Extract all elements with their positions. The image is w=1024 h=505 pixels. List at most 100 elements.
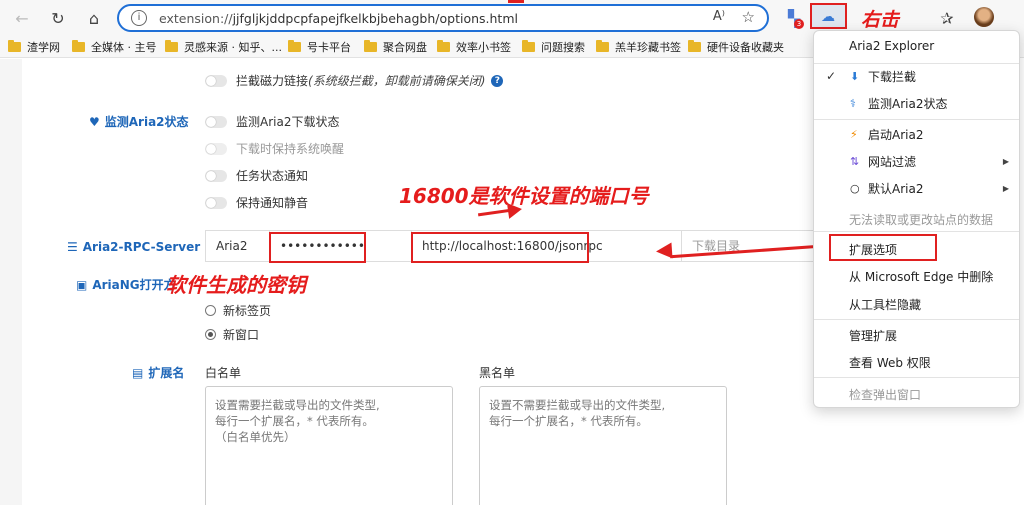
- menu-item-inspect-popup[interactable]: 检查弹出窗口: [814, 383, 1019, 405]
- ariang-option-new-tab[interactable]: 新标签页: [205, 302, 271, 319]
- download-icon: ⬇: [850, 69, 860, 83]
- menu-item-start-aria2[interactable]: ⚡ 启动Aria2: [814, 123, 1019, 145]
- menu-separator: [814, 319, 1019, 320]
- annotation-secret-note: 软件生成的密钥: [166, 273, 306, 297]
- radio-label: 新窗口: [223, 328, 260, 342]
- bookmark-label: 羔羊珍藏书签: [615, 41, 681, 54]
- top-red-marker: [508, 0, 524, 3]
- annotation-arrowhead-port: [506, 201, 524, 219]
- menu-item-label: 查看 Web 权限: [849, 355, 931, 370]
- menu-item-default-aria2[interactable]: ○ 默认Aria2 ▶: [814, 177, 1019, 199]
- menu-title-label: Aria2 Explorer: [849, 39, 935, 53]
- bookmark-label: 聚合网盘: [383, 41, 427, 54]
- extension-context-menu: Aria2 Explorer ✓ ⬇ 下载拦截 ⚕ 监测Aria2状态 ⚡ 启动Aria…: [813, 30, 1020, 408]
- magnet-intercept-row[interactable]: 拦截磁力链接 (系统级拦截，卸载前请确保关闭) ?: [205, 72, 504, 89]
- monitor-toggle-row[interactable]: 保持通知静音: [205, 194, 308, 211]
- ariang-section-label: ▣ AriaNG打开方: [76, 276, 176, 293]
- monitor-toggle-row[interactable]: 下载时保持系统唤醒: [205, 140, 344, 157]
- favorite-star-icon[interactable]: ☆: [742, 8, 755, 26]
- bookmark-item[interactable]: 灵感来源 · 知乎、...: [165, 39, 282, 55]
- extension-badge: 3: [794, 19, 804, 29]
- chevron-right-icon: ▶: [1002, 183, 1009, 193]
- monitor-toggle-row[interactable]: 监测Aria2下载状态: [205, 113, 339, 130]
- whitelist-textarea[interactable]: 设置需要拦截或导出的文件类型, 每行一个扩展名，* 代表所有。 （白名单优先）: [205, 386, 453, 505]
- check-icon: ✓: [826, 69, 837, 83]
- bookmark-label: 渣学网: [27, 41, 60, 54]
- menu-item-label: 从 Microsoft Edge 中删除: [849, 269, 994, 284]
- magnet-intercept-toggle[interactable]: [205, 74, 227, 87]
- ariang-option-new-window[interactable]: 新窗口: [205, 326, 259, 343]
- folder-icon: [72, 40, 85, 52]
- bookmark-item[interactable]: 渣学网: [8, 39, 60, 55]
- bookmark-item[interactable]: 问题搜索: [522, 39, 585, 55]
- rpc-section-title: Aria2-RPC-Server: [82, 240, 201, 254]
- menu-item-label: 检查弹出窗口: [849, 387, 922, 402]
- refresh-icon[interactable]: ↻: [48, 8, 68, 28]
- bookmark-label: 问题搜索: [541, 41, 585, 54]
- monitor-download-toggle[interactable]: [205, 115, 227, 128]
- folder-icon: [688, 40, 701, 52]
- menu-item-hide[interactable]: 从工具栏隐藏: [814, 293, 1019, 315]
- info-icon[interactable]: i: [131, 10, 147, 26]
- annotation-right-click: 右击: [861, 9, 900, 31]
- blacklist-textarea[interactable]: 设置不需要拦截或导出的文件类型, 每行一个扩展名，* 代表所有。: [479, 386, 727, 505]
- rpc-name-input[interactable]: Aria2: [206, 231, 270, 261]
- monitor-toggle-row[interactable]: 任务状态通知: [205, 167, 308, 184]
- lightning-icon: ⚡: [850, 127, 858, 141]
- menu-item-label: 无法读取或更改站点的数据: [849, 212, 994, 227]
- ext-section-label: ▤ 扩展名: [132, 364, 184, 381]
- whitelist-title: 白名单: [205, 366, 242, 380]
- page-left-gutter: [0, 59, 22, 505]
- ariang-section-title: AriaNG打开方: [92, 278, 176, 292]
- address-url: extension://jjfgljkjddpcpfapejfkelkbjbeh…: [159, 11, 518, 26]
- notify-mute-toggle[interactable]: [205, 196, 227, 209]
- task-notify-toggle[interactable]: [205, 169, 227, 182]
- read-aloud-icon[interactable]: A⁾: [713, 9, 725, 24]
- rpc-section-label: ☰ Aria2-RPC-Server: [67, 240, 200, 254]
- menu-item-label: 管理扩展: [849, 328, 898, 343]
- bookmark-item[interactable]: 聚合网盘: [364, 39, 427, 55]
- annotation-options-box: [829, 234, 937, 261]
- menu-separator: [814, 377, 1019, 378]
- folder-icon: [437, 40, 450, 52]
- back-icon[interactable]: ←: [12, 8, 32, 28]
- home-icon[interactable]: ⌂: [84, 8, 104, 28]
- menu-item-manage[interactable]: 管理扩展: [814, 324, 1019, 346]
- keep-awake-toggle[interactable]: [205, 142, 227, 155]
- bookmark-item[interactable]: 效率小书签: [437, 39, 511, 55]
- favorites-icon[interactable]: ✰: [937, 8, 957, 28]
- menu-item-monitor[interactable]: ⚕ 监测Aria2状态: [814, 92, 1019, 114]
- aria2-extension-button[interactable]: ☁: [810, 3, 847, 29]
- folder-icon: [288, 40, 301, 52]
- bookmark-item[interactable]: 全媒体 · 主号: [72, 39, 157, 55]
- folder-icon: [8, 40, 21, 52]
- url-scheme: extension://: [159, 11, 233, 26]
- help-icon[interactable]: ?: [491, 74, 504, 87]
- menu-item-remove[interactable]: 从 Microsoft Edge 中删除: [814, 265, 1019, 287]
- filter-icon: ⇅: [850, 154, 860, 168]
- annotation-url-box: [411, 232, 589, 263]
- menu-title: Aria2 Explorer: [814, 35, 1019, 57]
- circle-icon: ○: [850, 181, 860, 195]
- radio-label: 新标签页: [223, 304, 272, 318]
- address-bar[interactable]: i extension://jjfgljkjddpcpfapejfkelkbjb…: [117, 4, 769, 32]
- menu-item-site-filter[interactable]: ⇅ 网站过滤 ▶: [814, 150, 1019, 172]
- bookmark-item[interactable]: 羔羊珍藏书签: [596, 39, 681, 55]
- radio-button[interactable]: [205, 305, 216, 316]
- bookmark-item[interactable]: 硬件设备收藏夹: [688, 39, 784, 55]
- annotation-arrowhead-menu: [655, 242, 673, 260]
- bookmark-label: 号卡平台: [307, 41, 351, 54]
- magnet-intercept-label: 拦截磁力链接: [236, 74, 309, 88]
- bookmark-item[interactable]: 号卡平台: [288, 39, 351, 55]
- bookmark-label: 硬件设备收藏夹: [707, 41, 784, 54]
- folder-icon: [596, 40, 609, 52]
- avatar[interactable]: [974, 7, 994, 27]
- menu-item-download-intercept[interactable]: ✓ ⬇ 下载拦截: [814, 65, 1019, 87]
- menu-item-permissions[interactable]: 查看 Web 权限: [814, 351, 1019, 373]
- toggle-label: 下载时保持系统唤醒: [236, 142, 345, 156]
- chevron-right-icon: ▶: [1002, 156, 1009, 166]
- menu-item-label: 监测Aria2状态: [868, 96, 948, 111]
- radio-button-selected[interactable]: [205, 329, 216, 340]
- heartbeat-icon: ♥: [89, 114, 100, 129]
- menu-item-site-data: 无法读取或更改站点的数据: [814, 208, 1019, 230]
